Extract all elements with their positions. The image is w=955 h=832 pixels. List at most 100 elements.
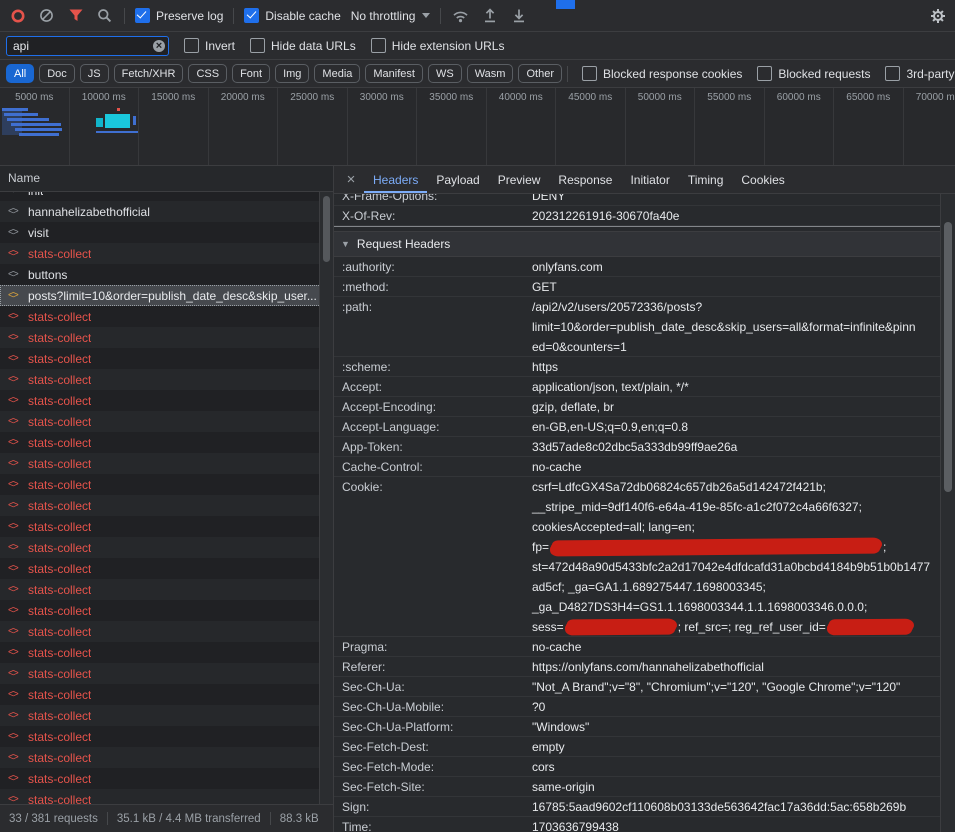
- request-row[interactable]: <>stats-collect: [0, 600, 333, 621]
- type-chip-img[interactable]: Img: [275, 64, 309, 83]
- request-row[interactable]: <>stats-collect: [0, 348, 333, 369]
- request-row[interactable]: <>stats-collect: [0, 789, 333, 804]
- type-chip-manifest[interactable]: Manifest: [365, 64, 423, 83]
- type-chip-media[interactable]: Media: [314, 64, 360, 83]
- request-list-scrollbar-thumb[interactable]: [323, 196, 330, 262]
- tab-preview[interactable]: Preview: [489, 166, 550, 193]
- request-row[interactable]: <>stats-collect: [0, 726, 333, 747]
- invert-checkbox-box[interactable]: [184, 38, 199, 53]
- request-row[interactable]: <>hannahelizabethofficial: [0, 201, 333, 222]
- request-row[interactable]: <>stats-collect: [0, 369, 333, 390]
- type-chip-js[interactable]: JS: [80, 64, 109, 83]
- filter-funnel-icon[interactable]: [66, 6, 85, 25]
- checkbox-blocked-response-cookies-box[interactable]: [582, 66, 597, 81]
- request-row[interactable]: <>stats-collect: [0, 684, 333, 705]
- request-row[interactable]: <>stats-collect: [0, 621, 333, 642]
- request-headers-section[interactable]: ▼ Request Headers: [334, 231, 941, 257]
- throttling-dropdown[interactable]: No throttling: [351, 9, 431, 23]
- timeline-column[interactable]: 15000 ms: [139, 88, 209, 165]
- disable-cache-checkbox-box[interactable]: [244, 8, 259, 23]
- request-row[interactable]: <>stats-collect: [0, 558, 333, 579]
- type-chip-wasm[interactable]: Wasm: [467, 64, 514, 83]
- hide-extension-urls-checkbox[interactable]: Hide extension URLs: [371, 38, 505, 53]
- disable-cache-checkbox[interactable]: Disable cache: [244, 8, 340, 23]
- details-scrollbar[interactable]: [940, 194, 955, 832]
- timeline-column[interactable]: 35000 ms: [417, 88, 487, 165]
- request-row[interactable]: <>stats-collect: [0, 768, 333, 789]
- hide-data-urls-checkbox-box[interactable]: [250, 38, 265, 53]
- timeline-column[interactable]: 25000 ms: [278, 88, 348, 165]
- details-scrollbar-thumb[interactable]: [944, 222, 952, 492]
- timeline-overview[interactable]: 5000 ms10000 ms15000 ms20000 ms25000 ms3…: [0, 88, 955, 166]
- request-row[interactable]: <>stats-collect: [0, 747, 333, 768]
- timeline-column[interactable]: 50000 ms: [626, 88, 696, 165]
- type-chip-all[interactable]: All: [6, 64, 34, 83]
- timeline-column[interactable]: 45000 ms: [556, 88, 626, 165]
- request-row[interactable]: <>stats-collect: [0, 432, 333, 453]
- type-chip-fetch-xhr[interactable]: Fetch/XHR: [114, 64, 184, 83]
- record-button[interactable]: [8, 6, 27, 25]
- import-har-icon[interactable]: [480, 6, 499, 25]
- clear-filter-icon[interactable]: ×: [153, 40, 165, 52]
- timeline-column[interactable]: 30000 ms: [348, 88, 418, 165]
- request-row[interactable]: <>stats-collect: [0, 663, 333, 684]
- network-conditions-icon[interactable]: [451, 6, 470, 25]
- type-chip-ws[interactable]: WS: [428, 64, 462, 83]
- filter-bar: × Invert Hide data URLs Hide extension U…: [0, 32, 955, 60]
- timeline-column[interactable]: 40000 ms: [487, 88, 557, 165]
- type-chip-other[interactable]: Other: [518, 64, 562, 83]
- request-row[interactable]: <>stats-collect: [0, 642, 333, 663]
- request-row[interactable]: <>stats-collect: [0, 243, 333, 264]
- name-column-header[interactable]: Name: [0, 166, 333, 192]
- timeline-column[interactable]: 10000 ms: [70, 88, 140, 165]
- close-details-icon[interactable]: ×: [338, 166, 364, 193]
- clear-icon[interactable]: [37, 6, 56, 25]
- type-chip-font[interactable]: Font: [232, 64, 270, 83]
- tab-timing[interactable]: Timing: [679, 166, 733, 193]
- request-row[interactable]: <>stats-collect: [0, 327, 333, 348]
- timeline-column[interactable]: 60000 ms: [765, 88, 835, 165]
- timeline-column[interactable]: 70000 ms: [904, 88, 955, 165]
- timeline-column[interactable]: 20000 ms: [209, 88, 279, 165]
- request-row[interactable]: <>stats-collect: [0, 474, 333, 495]
- request-row[interactable]: <>stats-collect: [0, 516, 333, 537]
- request-row[interactable]: <>stats-collect: [0, 495, 333, 516]
- settings-gear-icon[interactable]: [928, 6, 947, 25]
- headers-list: :authority:onlyfans.com:method:GET:path:…: [334, 257, 941, 832]
- hide-data-urls-checkbox[interactable]: Hide data URLs: [250, 38, 356, 53]
- checkbox-blocked-requests-box[interactable]: [757, 66, 772, 81]
- checkbox-3rd-party-requests[interactable]: 3rd-party requests: [885, 66, 955, 81]
- request-row[interactable]: <>buttons: [0, 264, 333, 285]
- request-row[interactable]: <>stats-collect: [0, 453, 333, 474]
- filter-input[interactable]: [6, 36, 169, 56]
- type-chip-css[interactable]: CSS: [188, 64, 227, 83]
- timeline-column[interactable]: 55000 ms: [695, 88, 765, 165]
- tab-initiator[interactable]: Initiator: [621, 166, 678, 193]
- invert-checkbox[interactable]: Invert: [184, 38, 235, 53]
- hide-extension-urls-checkbox-box[interactable]: [371, 38, 386, 53]
- request-row[interactable]: <>stats-collect: [0, 537, 333, 558]
- timeline-column[interactable]: 5000 ms: [0, 88, 70, 165]
- type-chip-doc[interactable]: Doc: [39, 64, 75, 83]
- request-row[interactable]: <>stats-collect: [0, 705, 333, 726]
- preserve-log-checkbox[interactable]: Preserve log: [135, 8, 223, 23]
- request-row[interactable]: <>stats-collect: [0, 390, 333, 411]
- preserve-log-checkbox-box[interactable]: [135, 8, 150, 23]
- request-row[interactable]: <>posts?limit=10&order=publish_date_desc…: [0, 285, 333, 306]
- export-har-icon[interactable]: [509, 6, 528, 25]
- request-row[interactable]: <>visit: [0, 222, 333, 243]
- tab-headers[interactable]: Headers: [364, 166, 427, 193]
- request-list-scrollbar[interactable]: [319, 192, 333, 804]
- checkbox-blocked-requests[interactable]: Blocked requests: [757, 66, 870, 81]
- request-row[interactable]: <>init: [0, 192, 333, 201]
- tab-payload[interactable]: Payload: [427, 166, 488, 193]
- checkbox-blocked-response-cookies[interactable]: Blocked response cookies: [582, 66, 742, 81]
- search-icon[interactable]: [95, 6, 114, 25]
- tab-response[interactable]: Response: [549, 166, 621, 193]
- checkbox-3rd-party-requests-box[interactable]: [885, 66, 900, 81]
- tab-cookies[interactable]: Cookies: [732, 166, 793, 193]
- request-row[interactable]: <>stats-collect: [0, 411, 333, 432]
- timeline-column[interactable]: 65000 ms: [834, 88, 904, 165]
- request-row[interactable]: <>stats-collect: [0, 579, 333, 600]
- request-row[interactable]: <>stats-collect: [0, 306, 333, 327]
